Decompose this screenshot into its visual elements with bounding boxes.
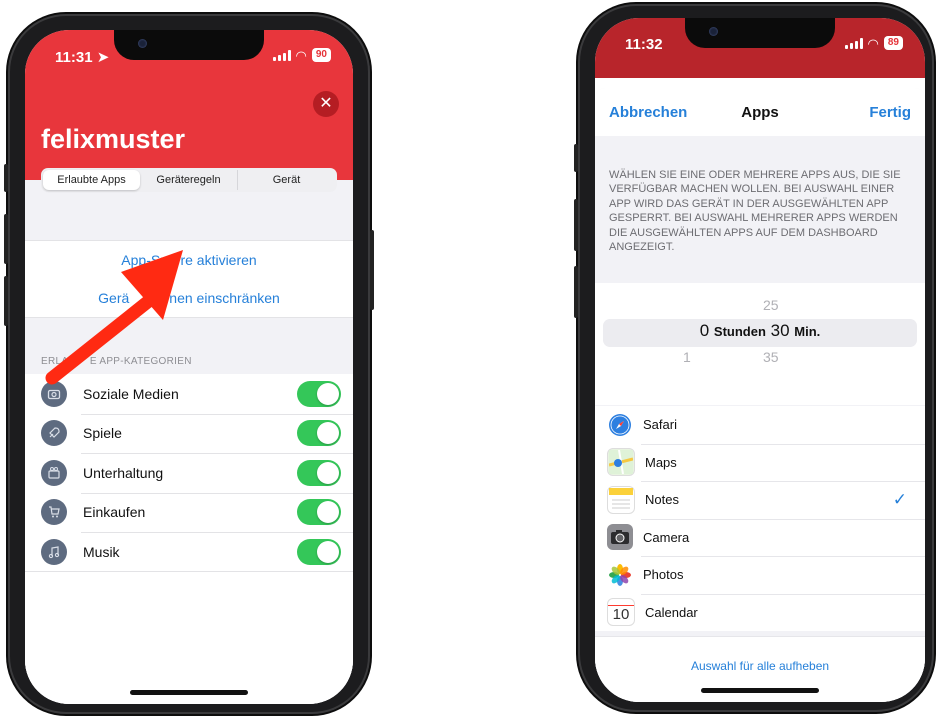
list-item[interactable]: Maps — [595, 443, 925, 482]
empty-area — [25, 571, 353, 704]
volume-down-button — [4, 276, 8, 326]
picker-hours-below: 1 — [683, 349, 691, 365]
left-screen: 11:31 ➤ ◠ 90 ✕ felixmuster Erlaubte Apps… — [25, 30, 353, 704]
volume-down-button — [574, 266, 578, 318]
maps-icon — [607, 448, 635, 477]
notch — [114, 30, 264, 60]
battery-badge: 90 — [311, 48, 331, 62]
cart-icon — [41, 499, 67, 526]
duration-picker[interactable]: 25 0 Stunden 30 Min. 1 35 — [595, 283, 925, 405]
deselect-all-button[interactable]: Auswahl für alle aufheben — [595, 659, 925, 673]
calendar-icon: 10 — [607, 598, 635, 627]
picker-hours-unit: Stunden — [713, 324, 766, 339]
tab-geraeteregeln[interactable]: Geräteregeln — [140, 170, 238, 190]
home-indicator — [130, 690, 248, 695]
category-label: Musik — [83, 543, 120, 560]
video-icon — [41, 459, 67, 486]
battery-badge: 89 — [883, 36, 903, 50]
app-label: Maps — [645, 454, 677, 470]
category-label: Spiele — [83, 425, 122, 442]
picker-selected-value: 0 Stunden 30 Min. — [595, 321, 925, 341]
close-button[interactable]: ✕ — [313, 91, 339, 117]
list-item: Einkaufen — [25, 492, 353, 533]
left-phone: 11:31 ➤ ◠ 90 ✕ felixmuster Erlaubte Apps… — [4, 14, 374, 714]
category-toggle[interactable] — [297, 380, 341, 407]
right-phone: 11:32 ◠ 89 Apps Abbrechen Fertig WÄHLEN … — [574, 4, 934, 712]
volume-up-button — [4, 214, 8, 264]
category-label: Soziale Medien — [83, 385, 179, 402]
front-camera — [709, 27, 718, 36]
category-toggle[interactable] — [297, 459, 341, 486]
status-time: 11:31 ➤ — [55, 49, 110, 66]
category-toggle[interactable] — [297, 538, 341, 565]
rocket-icon — [41, 420, 67, 447]
volume-up-button — [574, 199, 578, 251]
photos-icon — [607, 561, 633, 588]
list-item: Unterhaltung — [25, 453, 353, 493]
signal-icon — [844, 37, 863, 49]
list-item: Soziale Medien — [25, 374, 353, 414]
picker-hours: 0 — [699, 321, 710, 340]
camera-icon — [607, 524, 633, 551]
app-list: Safari Maps Notes ✓ Camera Photos 10 Cal… — [595, 406, 925, 631]
location-arrow-icon: ➤ — [96, 49, 110, 66]
camera-icon — [41, 380, 67, 407]
app-lock-button[interactable]: App-Sperre aktivieren — [25, 240, 353, 280]
app-label: Safari — [643, 417, 677, 433]
nav-bar: Apps Abbrechen Fertig — [595, 88, 925, 136]
list-item[interactable]: Camera — [595, 518, 925, 557]
signal-icon — [272, 49, 291, 61]
picker-minutes-unit: Min. — [794, 324, 821, 339]
close-icon: ✕ — [319, 95, 333, 112]
wifi-icon: ◠ — [295, 47, 307, 63]
front-camera — [138, 39, 147, 48]
done-button[interactable]: Fertig — [869, 104, 911, 121]
checkmark-icon: ✓ — [892, 489, 907, 509]
safari-icon — [607, 411, 633, 438]
app-label: Notes — [645, 492, 679, 508]
page-title: felixmuster — [41, 124, 186, 154]
section-title: ERLAU E APP-KATEGORIEN — [41, 356, 192, 367]
restrict-device-button[interactable]: Gerä nen einschränken — [25, 279, 353, 318]
list-item: Musik — [25, 532, 353, 572]
category-toggle[interactable] — [297, 499, 341, 526]
wifi-icon: ◠ — [867, 35, 879, 51]
cancel-button[interactable]: Abbrechen — [609, 104, 687, 121]
app-label: Photos — [643, 567, 684, 583]
description-text: WÄHLEN SIE EINE ODER MEHRERE APPS AUS, D… — [609, 169, 901, 254]
segmented-control: Erlaubte Apps Geräteregeln Gerät — [41, 168, 337, 192]
notes-icon — [607, 485, 635, 514]
right-screen: 11:32 ◠ 89 Apps Abbrechen Fertig WÄHLEN … — [595, 18, 925, 702]
power-button — [370, 230, 374, 310]
music-note-icon — [41, 538, 67, 565]
picker-minutes-below: 35 — [763, 349, 779, 365]
status-time: 11:32 — [625, 36, 663, 53]
home-indicator — [701, 688, 819, 693]
category-toggle[interactable] — [297, 420, 341, 447]
tab-geraet[interactable]: Gerät — [238, 170, 335, 190]
list-item[interactable]: Notes ✓ — [595, 481, 925, 519]
side-button — [574, 144, 578, 172]
category-label: Einkaufen — [83, 504, 146, 521]
notch — [685, 18, 835, 48]
app-picker-sheet: Apps Abbrechen Fertig WÄHLEN SIE EINE OD… — [595, 88, 925, 702]
app-label: Camera — [643, 529, 690, 545]
list-item[interactable]: Photos — [595, 556, 925, 594]
app-label: Calendar — [645, 604, 698, 620]
tab-erlaubte-apps[interactable]: Erlaubte Apps — [43, 170, 140, 190]
category-label: Unterhaltung — [83, 464, 164, 481]
list-item: Spiele — [25, 413, 353, 454]
list-item[interactable]: Safari — [595, 406, 925, 444]
calendar-day: 10 — [612, 606, 630, 624]
picker-minutes-above: 25 — [763, 297, 779, 313]
side-button — [4, 164, 8, 192]
category-list: Soziale Medien Spiele Unterhaltung Einka… — [25, 374, 353, 572]
list-item[interactable]: 10 Calendar — [595, 593, 925, 632]
picker-minutes: 30 — [770, 321, 790, 340]
